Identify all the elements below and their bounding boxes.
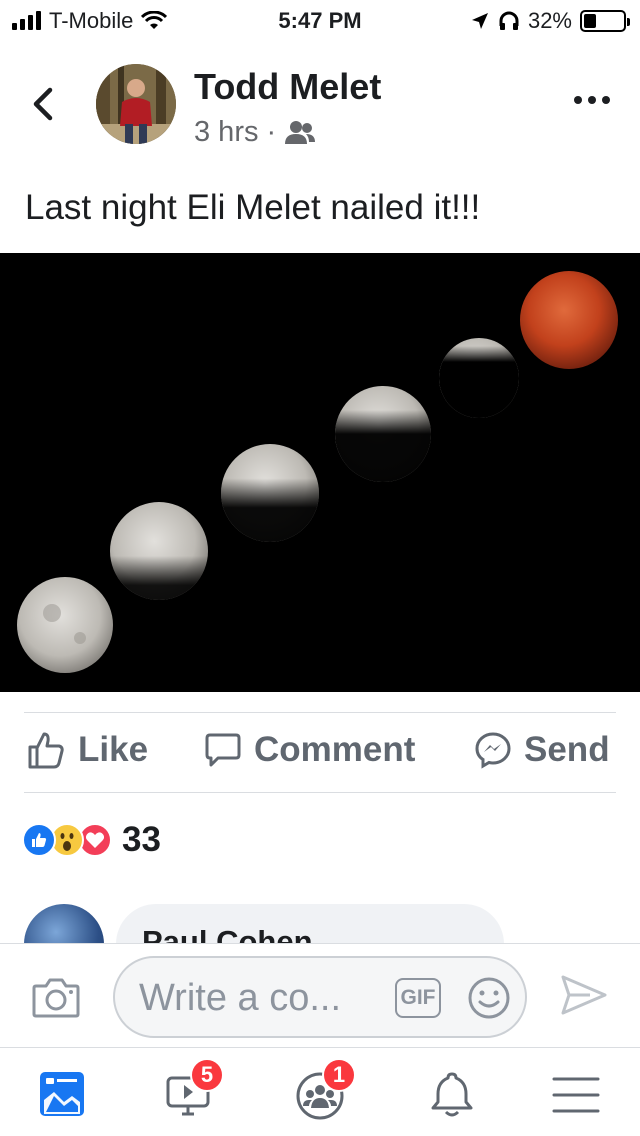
status-right: 32% — [470, 8, 630, 34]
tab-watch[interactable]: 5 — [160, 1058, 224, 1120]
tab-groups[interactable]: 1 — [292, 1058, 356, 1120]
like-button[interactable]: Like — [26, 730, 148, 770]
comment-composer: Write a co... GIF — [0, 943, 640, 1047]
camera-button[interactable] — [32, 976, 80, 1023]
tab-menu[interactable] — [548, 1070, 608, 1120]
more-dot — [602, 96, 610, 104]
tab-notifications[interactable] — [424, 1070, 484, 1120]
send-arrow-icon — [561, 975, 607, 1015]
send-label: Send — [524, 730, 610, 769]
commenter-avatar[interactable] — [24, 904, 104, 944]
post-text: Last night Eli Melet nailed it!!! — [25, 188, 481, 227]
comment-label: Comment — [254, 730, 416, 769]
thumbs-up-icon — [28, 732, 64, 769]
more-dot — [588, 96, 596, 104]
watch-badge: 5 — [190, 1058, 224, 1092]
post-comment-button[interactable] — [560, 974, 608, 1021]
author-avatar[interactable] — [96, 64, 176, 144]
comment-icon — [205, 733, 241, 767]
comment-button[interactable]: Comment — [204, 730, 415, 770]
more-dot — [574, 96, 582, 104]
back-button[interactable] — [30, 86, 54, 127]
headphones-icon — [499, 11, 519, 30]
gif-button[interactable]: GIF — [395, 978, 441, 1018]
divider-top — [24, 712, 616, 713]
moon-blood-red — [520, 271, 618, 369]
smiley-icon — [468, 977, 510, 1019]
groups-badge: 1 — [322, 1058, 356, 1092]
author-name[interactable]: Todd Melet — [194, 66, 381, 108]
battery-percent: 32% — [527, 8, 572, 33]
action-bar: Like Comment Send — [0, 730, 640, 780]
comment-placeholder: Write a co... — [139, 977, 342, 1019]
post-time[interactable]: 3 hrs — [194, 116, 258, 149]
battery-icon — [580, 10, 630, 32]
comment-preview[interactable]: Paul Cohen — [0, 900, 640, 944]
like-label: Like — [78, 730, 149, 769]
comment-input[interactable]: Write a co... GIF — [113, 956, 527, 1038]
news-feed-icon — [40, 1072, 84, 1116]
location-icon — [471, 13, 488, 29]
send-button[interactable]: Send — [474, 730, 610, 770]
divider-bottom — [24, 792, 616, 793]
bell-icon — [431, 1072, 473, 1117]
post-meta: 3 hrs · — [194, 116, 316, 149]
meta-separator: · — [266, 116, 277, 148]
messenger-icon — [475, 732, 511, 769]
camera-icon — [32, 978, 80, 1018]
hamburger-menu-icon — [552, 1077, 600, 1113]
reactions-summary[interactable]: 33 — [22, 820, 161, 860]
more-options-button[interactable] — [574, 96, 610, 104]
tab-news-feed[interactable] — [34, 1070, 94, 1120]
reaction-count: 33 — [122, 820, 161, 859]
friends-icon — [285, 120, 316, 144]
status-bar: T-Mobile 5:47 PM 32% — [0, 0, 640, 40]
chevron-left-icon — [33, 87, 53, 121]
moon-phase-1 — [17, 577, 113, 673]
emoji-button[interactable] — [467, 976, 511, 1025]
tab-bar: 5 1 — [0, 1047, 640, 1136]
commenter-name[interactable]: Paul Cohen — [142, 924, 313, 944]
like-reaction-icon — [22, 823, 56, 857]
post-photo[interactable] — [0, 253, 640, 692]
